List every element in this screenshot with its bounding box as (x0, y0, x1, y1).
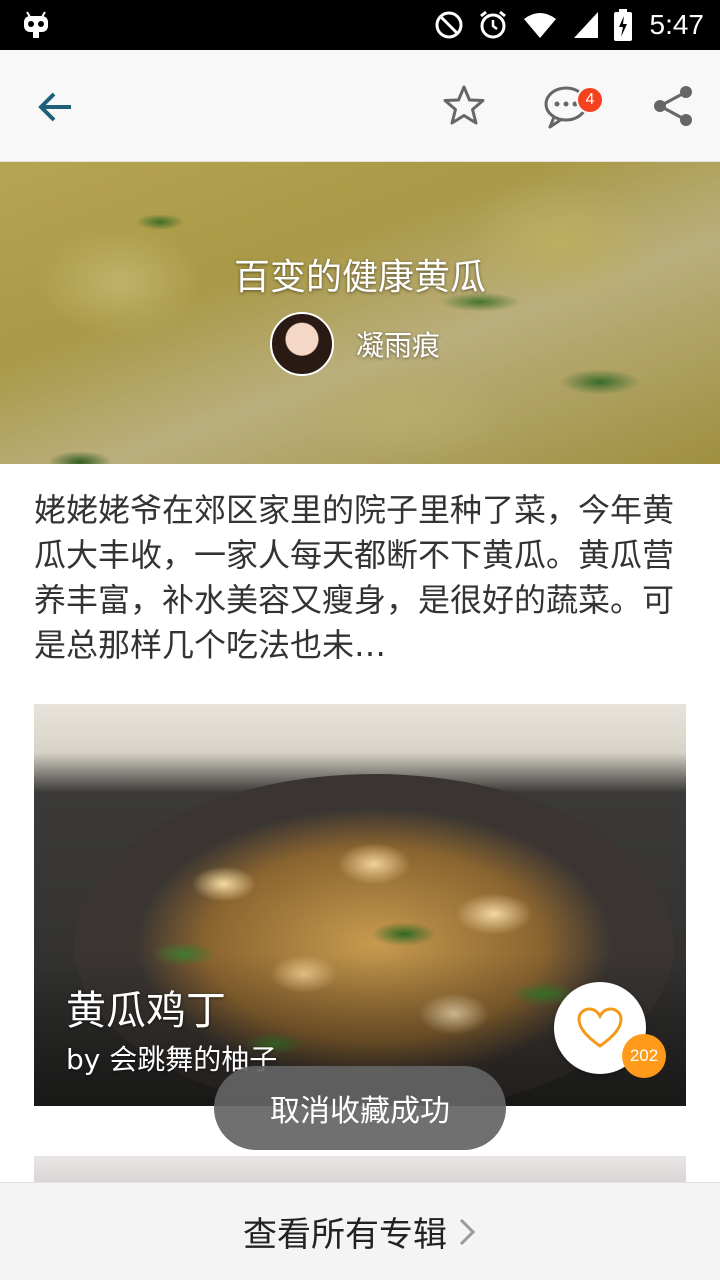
alarm-icon (479, 10, 506, 39)
arrow-left-icon (38, 92, 71, 122)
back-button[interactable] (30, 82, 80, 132)
screen: 5:47 4 百变的健康黄瓜 凝雨痕 姥姥姥爷在郊区家里的院子里种了菜，今年黄瓜… (0, 0, 720, 1280)
favorite-star-button[interactable] (440, 82, 488, 130)
do-not-disturb-icon (435, 11, 462, 39)
chevron-right-icon (459, 1218, 476, 1245)
status-icons: 5:47 (434, 0, 705, 50)
heart-icon (577, 1007, 623, 1048)
recipe-title: 黄瓜鸡丁 (66, 988, 226, 1034)
comment-count-badge: 4 (576, 86, 604, 114)
recipe-card[interactable]: 黄瓜鸡丁 by 会跳舞的柚子 202 (34, 704, 686, 1106)
album-author[interactable]: 凝雨痕 (270, 312, 440, 376)
status-time: 5:47 (649, 9, 705, 40)
view-all-albums-button[interactable]: 查看所有专辑 (0, 1182, 720, 1280)
like-count-badge: 202 (622, 1034, 666, 1078)
album-description: 姥姥姥爷在郊区家里的院子里种了菜，今年黄瓜大丰收，一家人每天都断不下黄瓜。黄瓜营… (34, 491, 675, 664)
share-button[interactable] (650, 82, 696, 130)
signal-icon (573, 12, 598, 38)
album-title: 百变的健康黄瓜 (233, 257, 486, 298)
battery-charging-icon (613, 9, 632, 41)
author-name[interactable]: 凝雨痕 (356, 324, 440, 364)
avatar[interactable] (270, 312, 334, 376)
status-bar: 5:47 (0, 0, 720, 50)
toast-message: 取消收藏成功 (214, 1066, 506, 1150)
wifi-icon (523, 13, 556, 38)
android-debug-icon (24, 11, 48, 38)
album-hero-banner: 百变的健康黄瓜 凝雨痕 (0, 162, 720, 464)
toolbar: 4 (0, 50, 720, 162)
view-all-albums-label: 查看所有专辑 (243, 1215, 447, 1255)
